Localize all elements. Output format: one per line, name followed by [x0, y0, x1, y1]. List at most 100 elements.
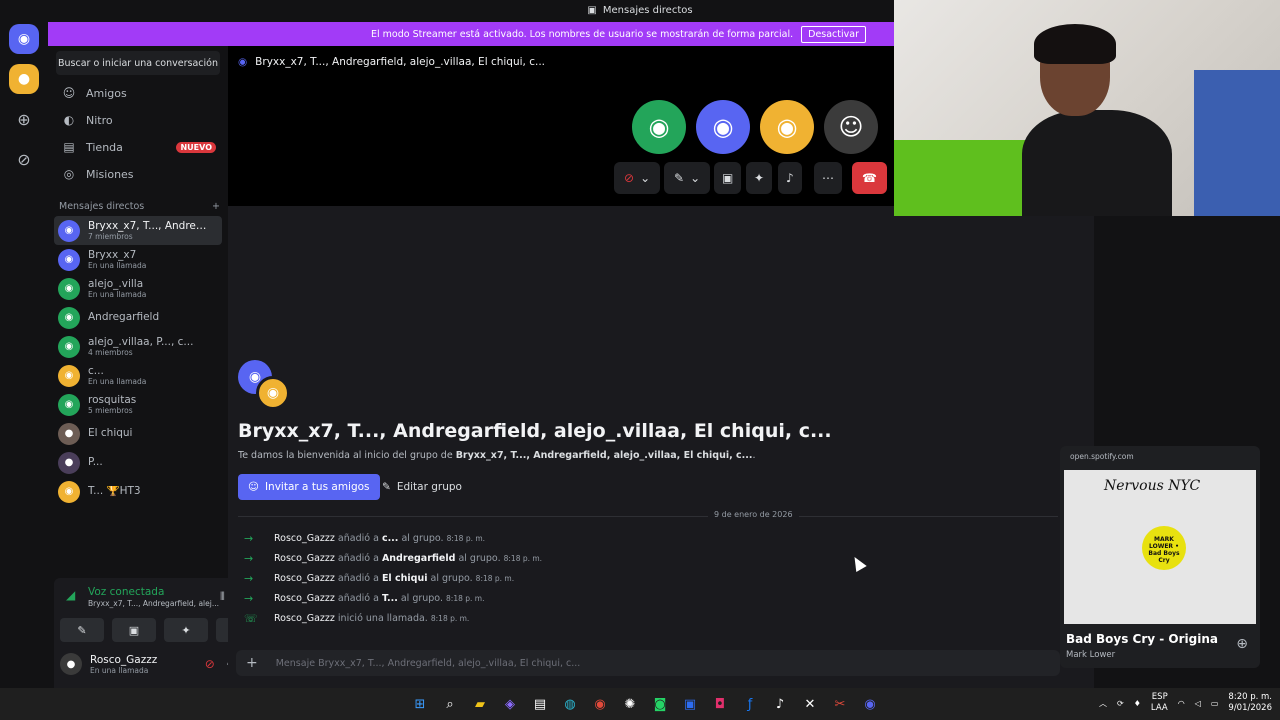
camera-off-icon: ✎	[674, 171, 685, 185]
nav-nitro[interactable]: ◐ Nitro	[54, 107, 222, 133]
discord-icon[interactable]: ◉	[860, 692, 880, 716]
dm-item[interactable]: ◉ Bryxx_x7 En una llamada	[54, 245, 222, 274]
chatgpt-icon[interactable]: ✺	[620, 692, 640, 716]
message-target[interactable]: El chiqui	[382, 573, 428, 584]
message-author[interactable]: Rosco_Gazzz	[274, 553, 335, 564]
wifi-icon[interactable]: ◠	[1178, 699, 1185, 708]
deactivate-button[interactable]: Desactivar	[801, 25, 866, 43]
avatar: ●	[58, 422, 80, 445]
avatar: ◉	[58, 277, 80, 300]
edit-group-button[interactable]: ✎ Editar grupo	[374, 474, 470, 500]
camera-button[interactable]: ✎ ⌄	[664, 162, 711, 194]
participant-tile[interactable]: ◉	[696, 100, 750, 154]
date-divider	[238, 516, 1058, 517]
dm-sub: En una llamada	[88, 260, 147, 270]
avatar: ◉	[58, 364, 80, 387]
message-target[interactable]: T...	[382, 593, 398, 604]
nav-friends[interactable]: ☺ Amigos	[54, 80, 222, 106]
nitro-icon: ◐	[63, 113, 75, 127]
add-server-icon[interactable]: ⊕	[9, 104, 39, 134]
mic-muted-icon[interactable]: ⊘	[205, 657, 215, 671]
battery-icon[interactable]: ▭	[1211, 699, 1219, 708]
hang-up-button[interactable]: ☎	[852, 162, 887, 194]
dm-header: Mensajes directos +	[59, 201, 220, 212]
server-avatar-icon[interactable]: ●	[9, 64, 39, 94]
store-icon[interactable]: ▤	[530, 692, 550, 716]
camera-off-button[interactable]: ✎	[60, 618, 104, 642]
nav-store[interactable]: ▤ Tienda NUEVO	[54, 134, 222, 160]
new-badge: NUEVO	[176, 141, 216, 153]
message-target[interactable]: Andregarfield	[382, 553, 455, 564]
message-author[interactable]: Rosco_Gazzz	[274, 533, 335, 544]
sync-icon[interactable]: ⟳	[1117, 699, 1124, 708]
message-author[interactable]: Rosco_Gazzz	[274, 573, 335, 584]
mic-muted-icon: ⊘	[624, 171, 635, 185]
instagram-icon[interactable]: ◘	[710, 692, 730, 716]
search-icon[interactable]: ⌕	[440, 692, 460, 716]
dm-item[interactable]: ◉ Andregarfield	[54, 303, 222, 332]
message-text: al grupo.	[401, 532, 444, 544]
mute-button[interactable]: ⊘ ⌄	[614, 162, 661, 194]
spotify-source: open.spotify.com	[1070, 452, 1134, 461]
screen-share-button[interactable]: ▣	[112, 618, 156, 642]
mic-icon[interactable]: ♦	[1134, 699, 1141, 708]
more-options-button[interactable]: ⋯	[814, 162, 842, 194]
add-icon[interactable]: ⊕	[1236, 636, 1248, 652]
voice-channel[interactable]: Bryxx_x7, T..., Andregarfield, alej...	[88, 599, 219, 608]
file-explorer-icon[interactable]: ▰	[470, 692, 490, 716]
invite-friends-button[interactable]: ☺ Invitar a tus amigos	[238, 474, 380, 500]
plus-icon[interactable]: +	[246, 655, 258, 671]
album-art[interactable]: Nervous NYC MARK LOWER • Bad Boys Cry	[1064, 470, 1256, 624]
dm-item[interactable]: ◉ alejo_.villaa, P..., c... 4 miembros	[54, 332, 222, 361]
clock[interactable]: 8:20 p. m. 9/01/2026	[1228, 692, 1272, 714]
album-art-label: MARK LOWER • Bad Boys Cry	[1148, 536, 1180, 564]
dm-item[interactable]: ● P...	[54, 448, 222, 477]
chevron-up-icon[interactable]: ︿	[1099, 698, 1107, 709]
participant-tile[interactable]: ◉	[632, 100, 686, 154]
activities-button[interactable]: ✦	[746, 162, 773, 194]
x-icon[interactable]: ✕	[800, 692, 820, 716]
explore-icon[interactable]: ⊘	[9, 144, 39, 174]
participant-tile[interactable]: ☺	[824, 100, 878, 154]
dm-sub: 7 miembros	[88, 231, 133, 241]
screen-share-button[interactable]: ▣	[714, 162, 742, 194]
activities-button[interactable]: ✦	[164, 618, 208, 642]
edge-icon[interactable]: ◍	[560, 692, 580, 716]
volume-icon[interactable]: ◁	[1195, 699, 1201, 708]
add-dm-icon[interactable]: +	[212, 201, 220, 212]
discord-home-icon[interactable]: ◉	[9, 24, 39, 54]
message-text: añadió a	[337, 572, 379, 584]
participant-tile[interactable]: ◉	[760, 100, 814, 154]
soundboard-button[interactable]: ♪	[778, 162, 802, 194]
zoom-icon[interactable]: ▣	[680, 692, 700, 716]
clock-time: 8:20 p. m.	[1228, 692, 1272, 702]
nav-label: Misiones	[86, 167, 134, 181]
message-author[interactable]: Rosco_Gazzz	[274, 593, 335, 604]
whatsapp-icon[interactable]: ◙	[650, 692, 670, 716]
dm-item[interactable]: ◉ T... 🏆HT3	[54, 477, 222, 506]
dm-item[interactable]: ● El chiqui	[54, 419, 222, 448]
message-author[interactable]: Rosco_Gazzz	[274, 613, 335, 624]
nav-quests[interactable]: ◎ Misiones	[54, 161, 222, 187]
search-conversation-button[interactable]: Buscar o iniciar una conversación	[56, 51, 220, 75]
dm-item[interactable]: ◉ rosquitas 5 miembros	[54, 390, 222, 419]
avatar[interactable]: ●	[60, 653, 82, 675]
snipping-icon[interactable]: ✂	[830, 692, 850, 716]
call-title: Bryxx_x7, T..., Andregarfield, alejo_.vi…	[255, 56, 545, 68]
dm-item[interactable]: ◉ alejo_.villa En una llamada	[54, 274, 222, 303]
copilot-icon[interactable]: ◈	[500, 692, 520, 716]
system-tray: ︿ ⟳ ♦ ESP LAA ◠ ◁ ▭ 8:20 p. m. 9/01/2026	[1099, 692, 1272, 714]
message-input[interactable]: + Mensaje Bryxx_x7, T..., Andregarfield,…	[236, 650, 1060, 676]
tiktok-icon[interactable]: ♪	[770, 692, 790, 716]
avatar: ◉	[58, 219, 80, 242]
dm-item[interactable]: ◉ c... En una llamada	[54, 361, 222, 390]
facebook-icon[interactable]: ƒ	[740, 692, 760, 716]
spotify-widget: open.spotify.com Nervous NYC MARK LOWER …	[1060, 446, 1260, 668]
banner-text: El modo Streamer está activado. Los nomb…	[371, 28, 794, 40]
message-target[interactable]: c...	[382, 533, 398, 544]
soundboard-icon[interactable]: ⦀	[220, 590, 225, 604]
chrome-icon[interactable]: ◉	[590, 692, 610, 716]
dm-item[interactable]: ◉ Bryxx_x7, T..., Andregarfi...7 miembros	[54, 216, 222, 245]
windows-start-icon[interactable]: ⊞	[410, 692, 430, 716]
language-indicator[interactable]: ESP LAA	[1151, 692, 1168, 714]
